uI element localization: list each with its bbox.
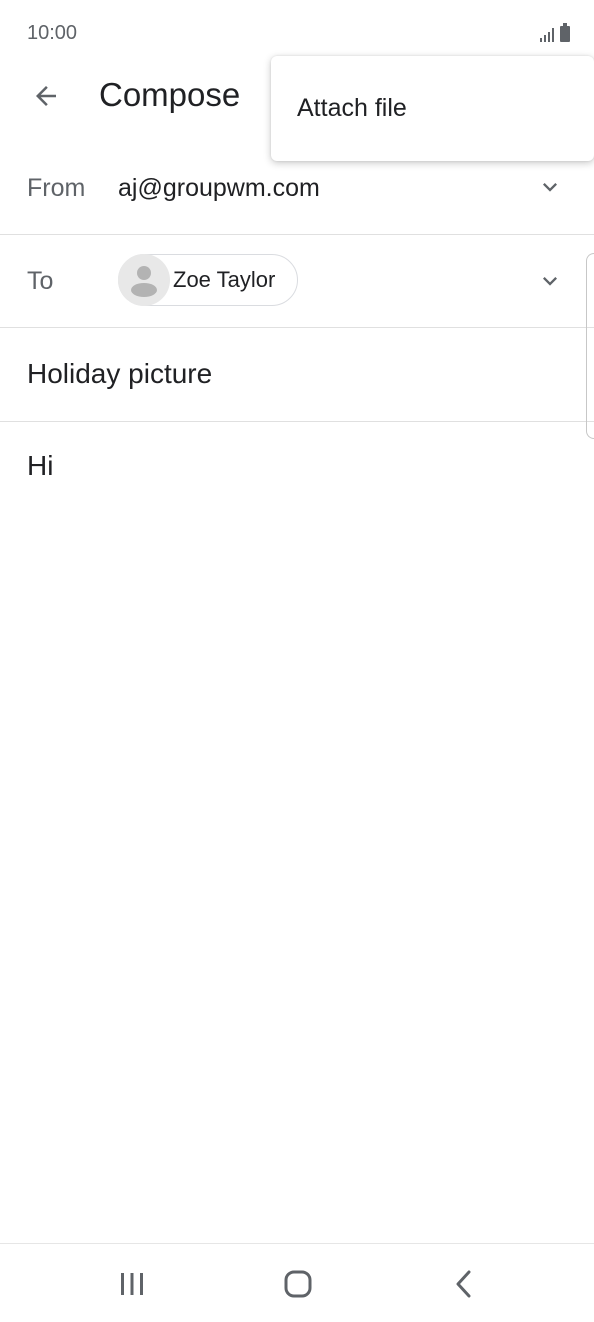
from-label: From (27, 174, 86, 202)
menu-item-attach-file[interactable]: Attach file (271, 56, 594, 161)
home-button[interactable] (273, 1262, 323, 1306)
chevron-down-icon (543, 277, 557, 286)
subject-field[interactable]: Holiday picture (27, 358, 212, 390)
page-title: Compose (99, 76, 241, 113)
recipient-name: Zoe Taylor (173, 267, 276, 292)
from-dropdown-button[interactable] (530, 167, 570, 207)
back-icon (456, 1270, 471, 1298)
arrow-left-icon (36, 86, 56, 106)
edge-panel-handle[interactable] (586, 253, 594, 439)
recent-apps-button[interactable] (107, 1262, 157, 1306)
recipient-chip[interactable]: Zoe Taylor (118, 254, 298, 306)
status-icons (540, 22, 570, 42)
to-dropdown-button[interactable] (530, 261, 570, 301)
back-nav-button[interactable] (439, 1262, 489, 1306)
divider (0, 421, 594, 422)
status-time: 10:00 (27, 22, 78, 44)
battery-icon (560, 23, 570, 42)
avatar (118, 254, 170, 306)
menu-item-label: Attach file (297, 94, 407, 122)
to-label: To (27, 267, 54, 295)
chevron-down-icon (543, 183, 557, 192)
compose-screen: 10:00 Compose Attach file From aj@groupw… (0, 0, 594, 1322)
person-icon (131, 266, 157, 297)
home-icon (284, 1270, 312, 1298)
divider (0, 327, 594, 328)
from-value: aj@groupwm.com (118, 174, 320, 202)
navigation-bar (0, 1243, 594, 1322)
recent-apps-icon (121, 1273, 143, 1295)
body-field[interactable]: Hi (27, 450, 53, 482)
overflow-menu: Attach file (271, 56, 594, 161)
signal-icon (540, 26, 554, 42)
back-button[interactable] (22, 74, 70, 118)
